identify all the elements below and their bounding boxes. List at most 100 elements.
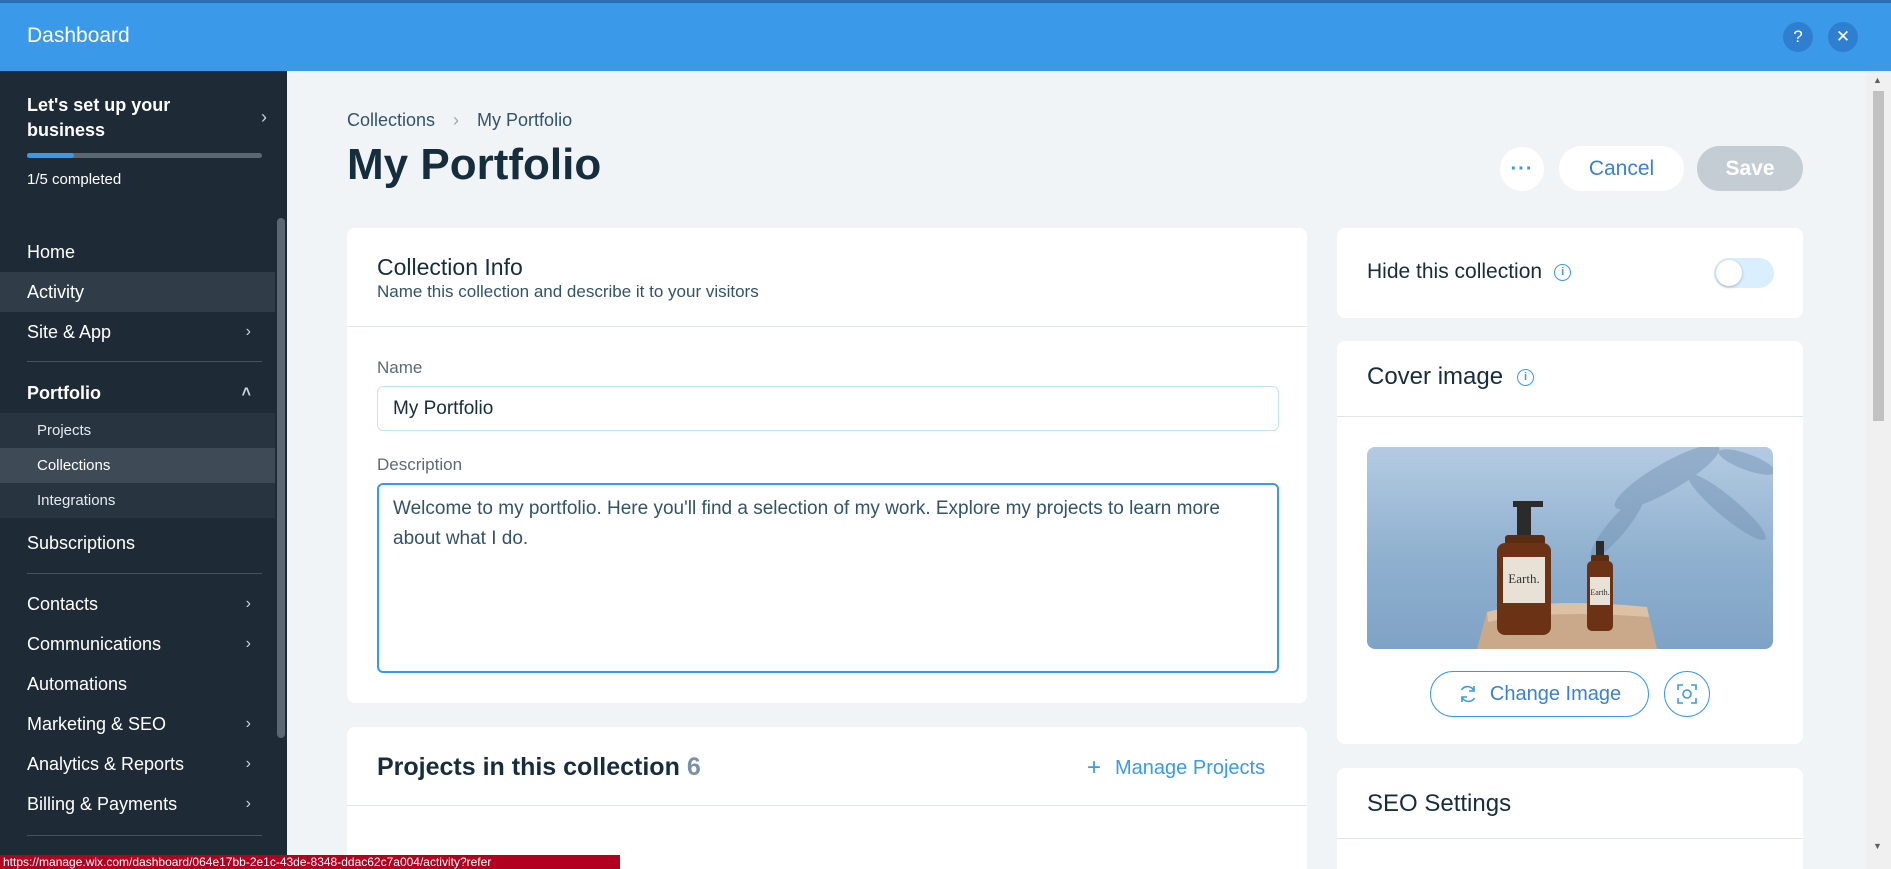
sidebar-subitem-collections[interactable]: Collections	[0, 448, 275, 483]
main-content: Collections › My Portfolio My Portfolio …	[287, 71, 1866, 869]
name-label: Name	[377, 358, 423, 377]
sidebar-item-label: Portfolio	[27, 382, 101, 403]
cancel-button[interactable]: Cancel	[1559, 146, 1684, 191]
collection-info-card: Collection Info Name this collection and…	[347, 228, 1307, 703]
cover-image-preview: Earth. Earth.	[1367, 447, 1773, 649]
card-divider	[347, 805, 1307, 806]
sidebar-item-site-app[interactable]: Site & App ›	[0, 312, 275, 352]
sidebar-item-label: Collections	[37, 457, 111, 474]
sidebar-item-activity[interactable]: Activity	[0, 272, 275, 312]
sidebar-scrollbar[interactable]	[277, 218, 285, 738]
product-bottles-image: Earth. Earth.	[1477, 447, 1773, 649]
sidebar-item-label: Billing & Payments	[27, 793, 178, 814]
sidebar-divider	[27, 573, 262, 574]
sidebar-subitem-projects[interactable]: Projects	[0, 413, 275, 448]
sidebar-item-label: Contacts	[27, 593, 99, 614]
sidebar-item-communications[interactable]: Communications ›	[0, 624, 275, 664]
hide-collection-card: Hide this collection i	[1337, 228, 1803, 318]
sidebar-subitem-integrations[interactable]: Integrations	[0, 483, 275, 518]
sidebar-item-label: Activity	[27, 281, 85, 302]
projects-card: Projects in this collection 6 + Manage P…	[347, 727, 1307, 869]
chevron-up-icon: ˄	[241, 384, 251, 401]
sidebar: Let's set up your business › 1/5 complet…	[0, 71, 287, 869]
page-title: My Portfolio	[347, 140, 602, 189]
description-label: Description	[377, 455, 463, 474]
sidebar-item-billing[interactable]: Billing & Payments ›	[0, 784, 275, 824]
seo-settings-title: SEO Settings	[1367, 790, 1512, 817]
card-divider	[347, 326, 1307, 327]
sidebar-divider	[27, 835, 262, 836]
cover-image-title: Cover image i	[1367, 363, 1535, 391]
sidebar-item-label: Marketing & SEO	[27, 713, 167, 734]
change-image-label: Change Image	[1489, 682, 1622, 705]
cover-image-card: Cover image i Earth. Earth. Change Image	[1337, 341, 1803, 744]
topbar-accent-line	[0, 0, 1891, 3]
browser-status-url: https://manage.wix.com/dashboard/064e17b…	[0, 855, 620, 869]
chevron-right-icon: ›	[245, 755, 251, 772]
sidebar-item-subscriptions[interactable]: Subscriptions	[0, 523, 275, 563]
close-icon[interactable]: ✕	[1828, 22, 1858, 52]
sidebar-item-label: Site & App	[27, 321, 112, 342]
sidebar-item-label: Home	[27, 241, 76, 262]
hide-collection-text: Hide this collection	[1367, 260, 1543, 283]
description-field[interactable]: Welcome to my portfolio. Here you'll fin…	[377, 483, 1279, 673]
sidebar-item-label: Communications	[27, 633, 162, 654]
scroll-up-arrow-icon[interactable]: ▲	[1873, 75, 1882, 85]
sidebar-item-contacts[interactable]: Contacts ›	[0, 584, 275, 624]
setup-business-widget[interactable]: Let's set up your business ›	[27, 93, 267, 143]
change-image-button[interactable]: Change Image	[1430, 671, 1649, 717]
breadcrumb-collections-link[interactable]: Collections	[347, 110, 435, 131]
cover-image-title-text: Cover image	[1367, 363, 1504, 390]
sidebar-item-marketing-seo[interactable]: Marketing & SEO ›	[0, 704, 275, 744]
sidebar-divider	[27, 361, 262, 362]
projects-title: Projects in this collection 6	[377, 753, 701, 782]
bottle-label-large: Earth.	[1508, 571, 1539, 586]
dashboard-topbar: Dashboard ? ✕	[0, 0, 1891, 71]
chevron-right-icon: ›	[245, 715, 251, 732]
sidebar-item-label: Projects	[37, 422, 92, 439]
breadcrumb-current: My Portfolio	[477, 110, 573, 130]
projects-title-text: Projects in this collection	[377, 753, 680, 781]
setup-progress-bar	[27, 153, 262, 158]
chevron-right-icon: ›	[453, 110, 460, 130]
sidebar-item-home[interactable]: Home	[0, 232, 275, 272]
focal-point-icon	[1677, 684, 1697, 704]
save-button[interactable]: Save	[1697, 146, 1803, 191]
toggle-knob	[1716, 260, 1742, 286]
chevron-right-icon: ›	[245, 323, 251, 340]
scrollbar-thumb[interactable]	[1873, 91, 1884, 421]
chevron-right-icon: ›	[245, 595, 251, 612]
info-icon[interactable]: i	[1517, 368, 1535, 386]
sidebar-item-label: Subscriptions	[27, 532, 136, 553]
hide-collection-label: Hide this collection i	[1367, 260, 1572, 284]
projects-count: 6	[686, 753, 701, 781]
sidebar-item-automations[interactable]: Automations	[0, 664, 275, 704]
sidebar-item-label: Integrations	[37, 492, 116, 509]
scroll-down-arrow-icon[interactable]: ▼	[1873, 841, 1882, 851]
chevron-right-icon: ›	[245, 635, 251, 652]
name-field[interactable]: My Portfolio	[377, 386, 1279, 431]
focal-point-button[interactable]	[1664, 671, 1710, 717]
card-divider	[1337, 838, 1803, 839]
collection-info-title: Collection Info	[377, 254, 523, 280]
info-icon[interactable]: i	[1554, 263, 1572, 281]
collection-info-subtitle: Name this collection and describe it to …	[377, 282, 759, 301]
breadcrumb: Collections › My Portfolio	[347, 110, 572, 131]
manage-projects-button[interactable]: + Manage Projects	[1087, 754, 1265, 782]
bottle-label-small: Earth.	[1590, 588, 1609, 597]
sidebar-item-portfolio[interactable]: Portfolio ˄	[0, 373, 275, 413]
chevron-right-icon: ›	[261, 107, 267, 127]
sidebar-item-label: Analytics & Reports	[27, 753, 185, 774]
setup-progress-fill	[27, 153, 74, 158]
plus-icon: +	[1087, 754, 1102, 781]
more-actions-button[interactable]: ···	[1500, 147, 1544, 191]
card-divider	[1337, 416, 1803, 417]
chevron-right-icon: ›	[245, 795, 251, 812]
hide-collection-toggle[interactable]	[1714, 258, 1774, 288]
setup-business-title: Let's set up your business	[27, 95, 171, 140]
topbar-title: Dashboard	[27, 24, 130, 47]
main-scrollbar[interactable]: ▲ ▼	[1866, 71, 1891, 869]
manage-projects-label: Manage Projects	[1115, 756, 1266, 779]
help-icon[interactable]: ?	[1783, 22, 1813, 52]
sidebar-item-analytics[interactable]: Analytics & Reports ›	[0, 744, 275, 784]
